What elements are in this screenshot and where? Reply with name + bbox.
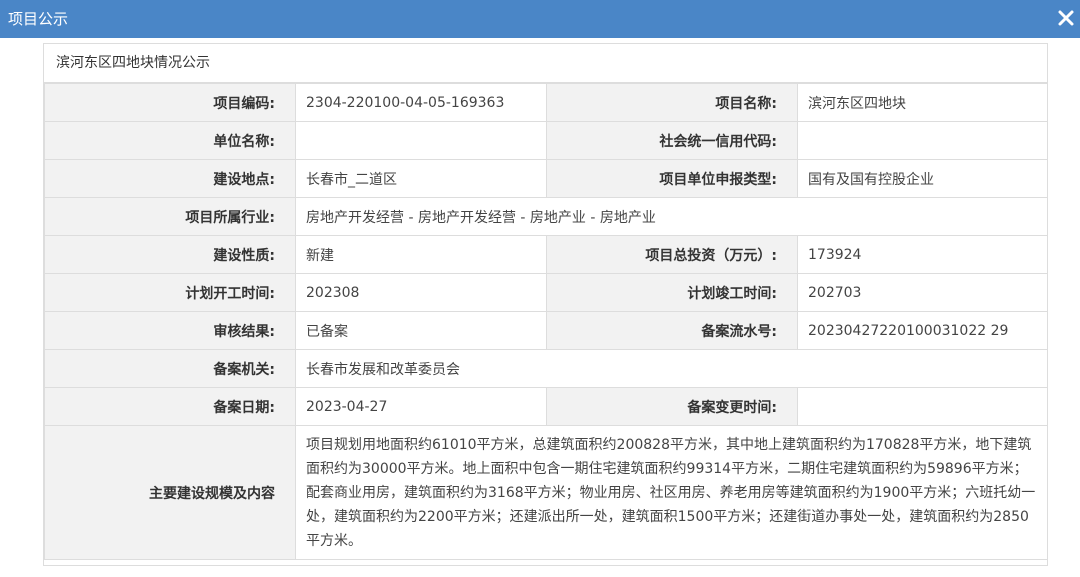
record-serial-label: 备案流水号: xyxy=(546,311,798,350)
unit-type-value: 国有及国有控股企业 xyxy=(797,159,1048,198)
industry-value: 房地产开发经营 - 房地产开发经营 - 房地产业 - 房地产业 xyxy=(295,197,1048,236)
construction-nature-value: 新建 xyxy=(295,235,547,274)
table-row: 建设性质: 新建 项目总投资（万元）: 173924 xyxy=(44,235,1048,274)
project-info-table: 项目编码: 2304-220100-04-05-169363 项目名称: 滨河东… xyxy=(44,83,1048,560)
completion-time-label: 计划竣工时间: xyxy=(546,273,798,312)
record-authority-label: 备案机关: xyxy=(44,349,296,388)
record-date-label: 备案日期: xyxy=(44,387,296,426)
record-serial-value: 20230427220100031022 29 xyxy=(797,311,1048,350)
unit-name-label: 单位名称: xyxy=(44,121,296,160)
total-investment-value: 173924 xyxy=(797,235,1048,274)
review-result-label: 审核结果: xyxy=(44,311,296,350)
table-row: 项目所属行业: 房地产开发经营 - 房地产开发经营 - 房地产业 - 房地产业 xyxy=(44,197,1048,236)
industry-label: 项目所属行业: xyxy=(44,197,296,236)
review-result-value: 已备案 xyxy=(295,311,547,350)
panel-caption: 滨河东区四地块情况公示 xyxy=(44,44,1047,83)
record-authority-value: 长春市发展和改革委员会 xyxy=(295,349,1048,388)
start-time-label: 计划开工时间: xyxy=(44,273,296,312)
total-investment-label: 项目总投资（万元）: xyxy=(546,235,798,274)
scale-content-label: 主要建设规模及内容 xyxy=(44,425,296,560)
location-label: 建设地点: xyxy=(44,159,296,198)
scale-content-value: 项目规划用地面积约61010平方米，总建筑面积约200828平方米，其中地上建筑… xyxy=(295,425,1048,560)
project-info-panel: 滨河东区四地块情况公示 项目编码: 2304-220100-04-05-1693… xyxy=(43,43,1048,566)
table-row: 单位名称: 社会统一信用代码: xyxy=(44,121,1048,160)
project-code-value: 2304-220100-04-05-169363 xyxy=(295,83,547,122)
table-row: 审核结果: 已备案 备案流水号: 20230427220100031022 29 xyxy=(44,311,1048,350)
dialog-title: 项目公示 xyxy=(8,10,69,28)
table-row: 主要建设规模及内容 项目规划用地面积约61010平方米，总建筑面积约200828… xyxy=(44,425,1048,560)
completion-time-value: 202703 xyxy=(797,273,1048,312)
credit-code-value xyxy=(797,121,1048,160)
dialog-header: 项目公示 xyxy=(0,0,1080,38)
credit-code-label: 社会统一信用代码: xyxy=(546,121,798,160)
table-row: 备案机关: 长春市发展和改革委员会 xyxy=(44,349,1048,388)
unit-name-value xyxy=(295,121,547,160)
record-change-time-label: 备案变更时间: xyxy=(546,387,798,426)
unit-type-label: 项目单位申报类型: xyxy=(546,159,798,198)
close-icon[interactable] xyxy=(1056,8,1076,28)
project-code-label: 项目编码: xyxy=(44,83,296,122)
start-time-value: 202308 xyxy=(295,273,547,312)
table-row: 建设地点: 长春市_二道区 项目单位申报类型: 国有及国有控股企业 xyxy=(44,159,1048,198)
table-row: 计划开工时间: 202308 计划竣工时间: 202703 xyxy=(44,273,1048,312)
record-change-time-value xyxy=(797,387,1048,426)
record-date-value: 2023-04-27 xyxy=(295,387,547,426)
table-row: 备案日期: 2023-04-27 备案变更时间: xyxy=(44,387,1048,426)
table-row: 项目编码: 2304-220100-04-05-169363 项目名称: 滨河东… xyxy=(44,83,1048,122)
construction-nature-label: 建设性质: xyxy=(44,235,296,274)
project-name-label: 项目名称: xyxy=(546,83,798,122)
project-name-value: 滨河东区四地块 xyxy=(797,83,1048,122)
location-value: 长春市_二道区 xyxy=(295,159,547,198)
